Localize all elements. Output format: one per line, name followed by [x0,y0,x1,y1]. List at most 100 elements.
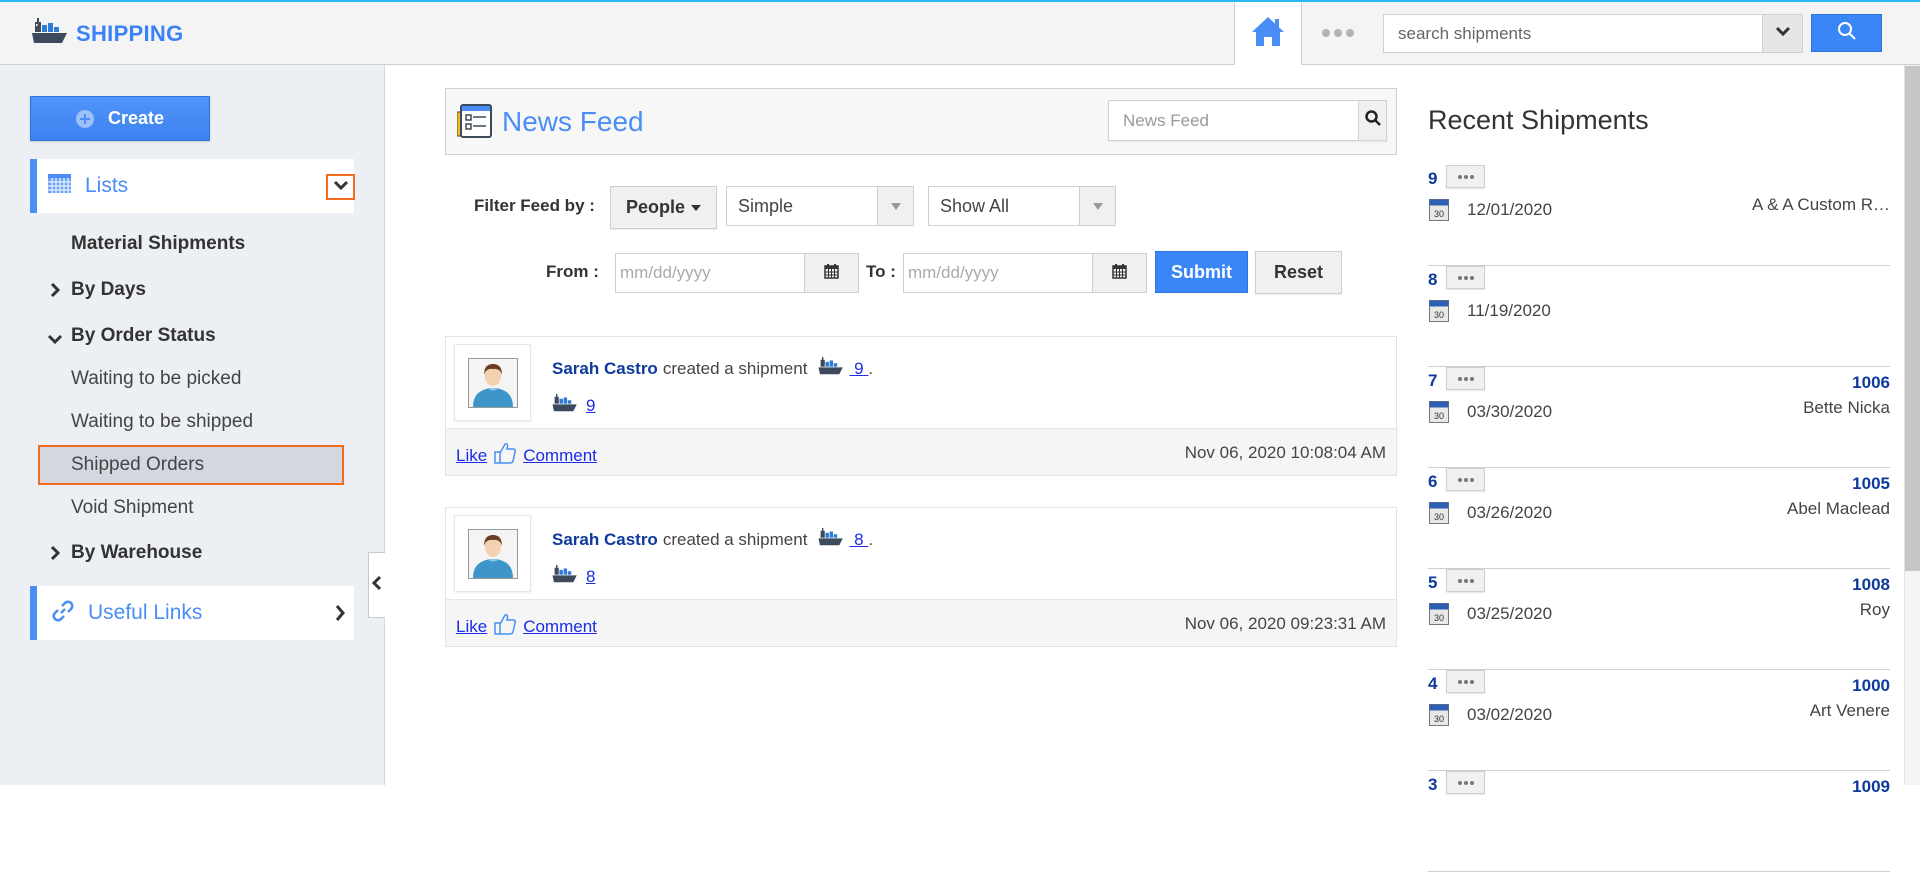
feed-item-text: Sarah Castro created a shipment 8 . [552,528,873,551]
more-options-button[interactable] [1446,367,1485,390]
recent-shipments-title: Recent Shipments [1428,105,1649,135]
shipment-number-link[interactable]: 3 [1428,775,1437,795]
shipment-date: 11/19/2020 [1467,301,1551,320]
news-feed-header: News Feed [445,88,1397,155]
from-date-calendar-button[interactable] [804,254,858,292]
sidebar-section-useful-links[interactable]: Useful Links [30,586,354,640]
sidebar-item-waiting-to-be-shipped[interactable]: Waiting to be shipped [71,411,253,433]
to-date-calendar-button[interactable] [1092,254,1146,292]
sidebar-collapse-button[interactable] [368,552,385,618]
thumbs-up-icon[interactable] [493,442,517,469]
comment-link[interactable]: Comment [523,446,597,466]
nav-label: Waiting to be shipped [71,411,254,432]
svg-text:30: 30 [1434,613,1444,623]
search-input[interactable] [1384,15,1762,52]
lists-collapse-toggle[interactable] [326,174,355,200]
calendar-icon: 30 [1429,603,1449,630]
shipment-link[interactable]: 8 [586,567,595,587]
reset-button[interactable]: Reset [1255,251,1342,294]
search-dropdown-button[interactable] [1762,15,1802,52]
create-button[interactable]: Create [30,96,210,141]
order-ref-link[interactable]: 1008 [1852,575,1890,595]
feed-type-select[interactable]: Simple [726,186,914,226]
sidebar-item-material-shipments[interactable]: Material Shipments [71,233,245,255]
sidebar-item-by-warehouse[interactable]: By Warehouse [50,542,202,564]
recent-shipment-row: 3 1009 [1428,771,1890,872]
shipment-date: 12/01/2020 [1467,200,1553,219]
people-filter-dropdown[interactable]: People [610,186,717,229]
sidebar-item-by-days[interactable]: By Days [50,279,146,301]
news-feed-search [1108,100,1387,141]
more-options-button[interactable] [1446,165,1485,188]
like-link[interactable]: Like [456,617,487,637]
sidebar-section-label: Lists [85,174,129,197]
feed-user-link[interactable]: Sarah Castro [552,359,658,379]
from-date-input[interactable] [616,254,804,292]
sidebar-section-lists[interactable]: Lists [30,159,355,213]
shipment-number-link[interactable]: 5 [1428,573,1437,593]
home-button[interactable] [1234,2,1302,65]
shipment-search [1383,14,1803,53]
shipment-link[interactable]: 9 [849,359,868,379]
sidebar-item-shipped-orders-label[interactable]: Shipped Orders [71,454,204,476]
order-ref-link[interactable]: 1009 [1852,777,1890,797]
search-icon [1837,21,1857,46]
order-ref-link[interactable]: 1006 [1852,373,1890,393]
feed-show-select[interactable]: Show All [928,186,1116,226]
filter-feed-label: Filter Feed by : [474,196,595,215]
sidebar-item-void-shipment[interactable]: Void Shipment [71,497,194,519]
svg-text:30: 30 [1434,310,1444,320]
order-ref-link[interactable]: 1005 [1852,474,1890,494]
caret-down-icon [877,187,913,225]
calendar-icon [824,263,839,284]
calendar-icon: 30 [1429,502,1449,529]
user-avatar[interactable] [454,515,531,592]
nav-label: Void Shipment [71,497,194,518]
search-button[interactable] [1811,14,1882,52]
shipment-number-link[interactable]: 4 [1428,674,1437,694]
recent-shipment-row: 4 30 03/02/2020 1000 Art Venere [1428,670,1890,771]
shipment-number-link[interactable]: 6 [1428,472,1437,492]
recent-shipment-row: 6 30 03/26/2020 1005 Abel Maclead [1428,468,1890,569]
period: . [868,529,874,549]
shipment-number-link[interactable]: 7 [1428,371,1437,391]
ship-icon [552,394,578,417]
shipment-number-link[interactable]: 8 [1428,270,1437,290]
to-label: To : [866,262,896,281]
sidebar: Create Lists Material Shipments By Days [0,65,385,785]
app-title: SHIPPING [76,20,184,46]
shipment-link[interactable]: 8 [849,530,868,550]
customer-name: A & A Custom R… [1752,195,1890,214]
thumbs-up-icon[interactable] [493,613,517,640]
more-options-button[interactable] [1446,771,1485,794]
comment-link[interactable]: Comment [523,617,597,637]
user-avatar[interactable] [454,344,531,421]
shipment-link[interactable]: 9 [586,396,595,416]
more-dots-icon[interactable] [1318,20,1358,46]
svg-text:30: 30 [1434,512,1444,522]
more-options-button[interactable] [1446,468,1485,491]
sidebar-item-by-order-status[interactable]: By Order Status [47,325,216,347]
scrollbar-thumb[interactable] [1905,66,1920,571]
more-options-button[interactable] [1446,569,1485,592]
feed-user-link[interactable]: Sarah Castro [552,530,658,550]
chevron-right-icon [49,545,61,567]
like-link[interactable]: Like [456,446,487,466]
app-logo[interactable]: SHIPPING [32,18,184,49]
order-ref-link[interactable]: 1000 [1852,676,1890,696]
shipment-number-link[interactable]: 9 [1428,169,1437,189]
submit-button[interactable]: Submit [1155,251,1248,293]
home-icon [1251,15,1285,52]
more-options-button[interactable] [1446,266,1485,289]
news-feed-search-input[interactable] [1109,101,1358,140]
chevron-down-icon [1775,25,1791,43]
chevron-right-icon[interactable] [334,604,346,627]
feed-item-footer: Like Comment Nov 06, 2020 10:08:04 AM [446,428,1396,475]
ship-icon [818,528,844,551]
more-options-button[interactable] [1446,670,1485,693]
calendar-icon: 30 [1429,401,1449,428]
news-feed-search-button[interactable] [1358,101,1386,140]
to-date-input[interactable] [904,254,1092,292]
customer-name: Roy [1859,600,1890,619]
sidebar-item-waiting-to-be-picked[interactable]: Waiting to be picked [71,368,241,390]
